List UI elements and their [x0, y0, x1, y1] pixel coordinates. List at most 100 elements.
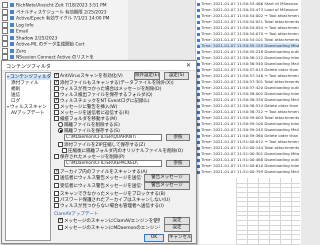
log-line[interactable]: Time: 2021-01-07 11:51:00:012 → Tool att… — [197, 139, 299, 144]
quarantine-folder-checkbox[interactable] — [54, 92, 59, 97]
log-line[interactable]: Time: 2021-01-07 11:50:59:004 Total atta… — [197, 115, 299, 120]
log-line[interactable]: Time: 2021-01-07 11:50:54:070 → Tool att… — [197, 31, 299, 36]
log-line[interactable]: Time: 2021-01-07 11:51:00:144 Total atta… — [197, 145, 299, 150]
antivirus-scan-checkbox[interactable] — [54, 72, 59, 78]
log-line-text: Time: 2021-01-07 11:50:53:466 Start of M… — [201, 1, 299, 6]
sheet-col-line — [280, 178, 281, 244]
log-line-text: Time: 2021-01-07 11:51:00:301 Downloadin… — [201, 151, 299, 156]
log-entry-icon — [197, 86, 200, 90]
log-line[interactable]: Time: 2021-01-07 11:51:00:610 Downloadin… — [197, 163, 299, 168]
log-entry-icon — [197, 92, 200, 96]
log-line-text: Time: 2021-01-07 11:50:53:473 Load of MS… — [201, 7, 299, 12]
log-line[interactable]: Time: 2021-01-07 11:50:58:002 Downloadin… — [197, 91, 299, 96]
repack-path-field[interactable]: C:\MDaemon\CFILTER\REPACKED\ — [64, 160, 162, 167]
ok-button[interactable]: OK — [144, 234, 164, 242]
nt-event-log-checkbox[interactable] — [54, 97, 59, 103]
log-entry-icon — [197, 62, 200, 66]
setup-button[interactable]: 設定(S) — [164, 72, 189, 80]
log-line[interactable]: Time: 2021-01-07 11:50:53:473 Load of MS… — [197, 7, 299, 12]
expand-icon[interactable] — [2, 41, 8, 47]
sheet-col-line — [247, 178, 248, 244]
delete-quarantine-radio[interactable] — [58, 122, 63, 127]
folder-icon — [10, 42, 14, 46]
mdaemon-engine-checkbox[interactable] — [58, 225, 63, 230]
log-line[interactable]: Time: 2021-01-07 11:50:59:245 Downloadin… — [197, 127, 299, 132]
log-line[interactable]: Time: 2021-01-07 11:51:00:488 Downloadin… — [197, 157, 299, 162]
expand-icon[interactable] — [2, 2, 8, 8]
log-line-text: Time: 2021-01-07 11:50:55:218 Downloadin… — [201, 49, 299, 54]
nav-item-av-update[interactable]: AVアップデート — [11, 110, 45, 116]
scan-archive-checkbox[interactable] — [54, 168, 59, 174]
log-line[interactable]: Time: 2021-01-07 11:50:57:420 Downloadin… — [197, 85, 299, 90]
warning-message-button[interactable]: 警告メッセージ — [144, 174, 190, 182]
log-entry-icon — [197, 8, 200, 12]
exclusions-button[interactable]: 除外設定(E) — [134, 72, 160, 80]
log-line-text: Time: 2021-01-07 11:50:58:002 Downloadin… — [201, 91, 299, 96]
cancel-button[interactable]: キャンセル — [168, 234, 192, 242]
folder-icon — [10, 3, 14, 7]
log-line[interactable]: Time: 2021-01-07 11:50:56:112 Downloadin… — [197, 55, 299, 60]
browse-button[interactable]: 参照 — [166, 133, 190, 141]
expand-icon[interactable] — [2, 21, 8, 28]
log-line[interactable]: Time: 2021-01-07 11:51:00:301 Downloadin… — [197, 151, 299, 156]
send-warning-checkbox[interactable] — [54, 104, 59, 109]
save-quarantine-radio[interactable] — [58, 128, 63, 133]
clamav-engine-label: メッセージのスキャンにClamAVエンジンを使用する(C) — [64, 219, 160, 224]
log-line-text: Time: 2021-01-07 11:50:54:054 → Tool att… — [201, 25, 299, 30]
delete-infected-checkbox[interactable] — [54, 86, 59, 91]
warning-message-button-2[interactable]: 警告メッセージ — [144, 182, 190, 190]
notify-sender-checkbox[interactable] — [54, 175, 59, 180]
log-line[interactable]: Time: 2021-01-07 11:50:55:218 Downloadin… — [197, 49, 299, 54]
log-line-text: Time: 2021-01-07 11:50:54:070 → Tool att… — [201, 31, 299, 36]
log-line[interactable]: Time: 2021-01-07 11:50:59:360 Delete old… — [197, 133, 299, 138]
log-line[interactable]: Time: 2021-01-07 11:51:00:799 Downloadin… — [197, 169, 299, 174]
expand-icon[interactable] — [2, 34, 8, 41]
log-line-text: Time: 2021-01-07 11:50:59:100 Downloadin… — [201, 121, 299, 126]
warn-sender-checkbox[interactable] — [54, 110, 59, 115]
clamav-engine-checkbox[interactable] — [58, 217, 63, 223]
log-line[interactable]: Time: 2021-01-07 11:50:54:021 Total atta… — [197, 19, 299, 24]
log-line[interactable]: Time: 2021-01-07 11:50:58:514 Delete old… — [197, 103, 299, 108]
sheet-col-line — [291, 178, 292, 244]
log-line-text: Time: 2021-01-07 11:50:57:148 → Tool att… — [201, 73, 299, 78]
move-group-checkbox[interactable] — [54, 116, 59, 121]
scan-bodies-checkbox[interactable] — [54, 79, 59, 85]
log-line[interactable]: Time: 2021-01-07 11:50:57:013 Delete old… — [197, 67, 299, 72]
log-line[interactable]: Time: 2021-01-07 11:50:57:301 Total atta… — [197, 79, 299, 84]
log-line-text: Time: 2021-01-07 11:50:56:540 Downloadin… — [201, 61, 299, 66]
quarantine-path-field[interactable]: C:\MDaemon\CFILTER\QUARANT\ — [64, 134, 162, 141]
log-line[interactable]: Time: 2021-01-07 11:50:58:722 → Tool att… — [197, 109, 299, 114]
compress-checkbox[interactable] — [58, 142, 63, 147]
expand-icon[interactable] — [2, 28, 8, 34]
mdaemon-engine-label: メッセージのスキャンにMDaemonのエンジンを使用する(K) — [64, 226, 160, 231]
expand-icon[interactable] — [2, 15, 8, 21]
settings-nav-tree: ▾コンテンツフィルタ 添付ファイル 規則 送信 ログ ▾ウィルススキャン AVア… — [5, 72, 52, 241]
log-line[interactable]: Time: 2021-01-07 11:50:53:466 Start of M… — [197, 1, 299, 6]
log-entry-icon — [197, 98, 200, 102]
log-entry-icon — [197, 116, 200, 120]
compress-sub-checkbox[interactable] — [62, 148, 67, 153]
mdaemon-setup-button[interactable]: 設定 — [164, 224, 190, 232]
log-line[interactable]: Time: 2021-01-07 11:50:58:330 Downloadin… — [197, 97, 299, 102]
log-entry-icon — [197, 152, 200, 156]
close-icon[interactable]: ✕ — [186, 62, 191, 69]
log-line[interactable]: Time: 2021-01-07 11:50:56:540 Downloadin… — [197, 61, 299, 66]
log-line[interactable]: Time: 2021-01-07 11:50:54:002 → Tool att… — [197, 13, 299, 18]
log-line[interactable]: Time: 2021-01-07 11:50:54:054 → Tool att… — [197, 25, 299, 30]
log-line-text: Time: 2021-01-07 11:51:00:799 Downloadin… — [201, 169, 299, 174]
log-line[interactable]: Time: 2021-01-07 11:50:57:148 → Tool att… — [197, 73, 299, 78]
block-unscannable-checkbox[interactable] — [54, 191, 59, 196]
log-line-text: Time: 2021-01-07 11:50:59:004 Total atta… — [201, 115, 299, 120]
notify-recipient-checkbox[interactable] — [54, 183, 59, 188]
skip-password-archives-checkbox[interactable] — [54, 197, 59, 202]
log-line[interactable]: Time: 2021-01-07 11:50:54:101 Total atta… — [197, 37, 299, 42]
notify-admin-checkbox[interactable] — [54, 203, 59, 208]
folder-icon — [10, 29, 14, 33]
repack-checkbox[interactable] — [54, 154, 59, 159]
browse-button-2[interactable]: 参照 — [166, 159, 190, 167]
log-line[interactable]: Time: 2021-01-07 11:50:59:100 Downloadin… — [197, 121, 299, 126]
expand-icon[interactable] — [2, 47, 8, 54]
expand-icon[interactable] — [2, 8, 8, 15]
log-line[interactable]: Time: 2021-01-07 11:50:55:155 Downloadin… — [197, 43, 299, 49]
log-line-text: Time: 2021-01-07 11:50:55:155 Downloadin… — [201, 43, 299, 48]
